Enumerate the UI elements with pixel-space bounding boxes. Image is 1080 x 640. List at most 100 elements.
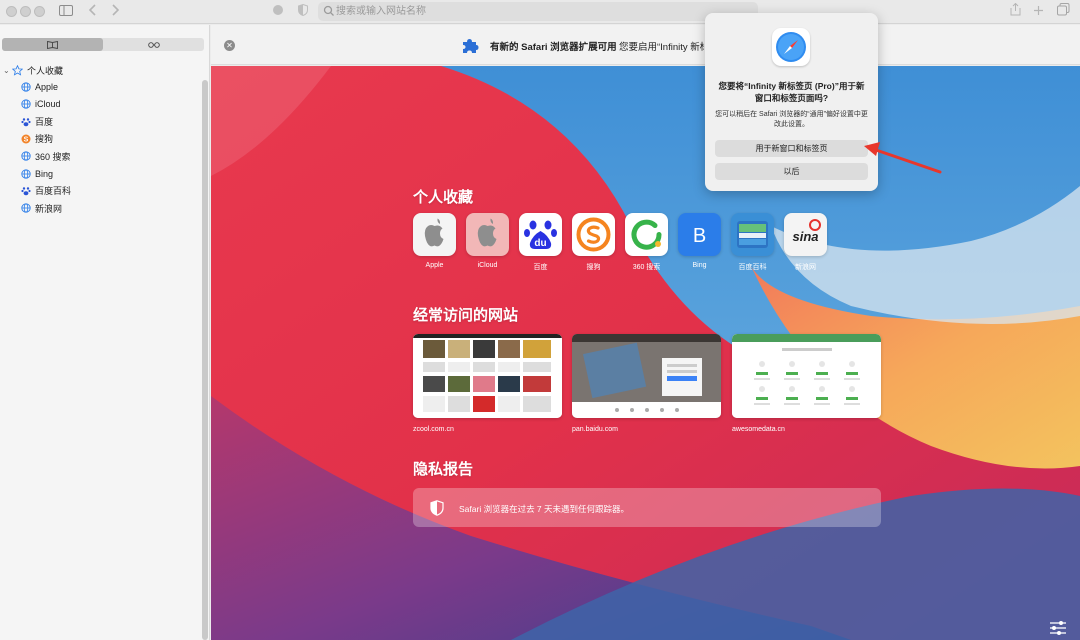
- bookmarks-tab[interactable]: [2, 38, 103, 51]
- sogou-icon: S: [21, 134, 31, 144]
- globe-icon: [21, 151, 31, 161]
- sidebar-bookmark-label: 百度百科: [35, 186, 72, 197]
- favorite-site-label: 360 搜索: [632, 264, 661, 271]
- sidebar-bookmark-item[interactable]: 新浪网: [21, 201, 62, 215]
- frequent-section-title: 经常访问的网站: [413, 307, 519, 324]
- puzzle-icon: [463, 39, 479, 53]
- use-for-new-tabs-button[interactable]: 用于新窗口和标签页: [715, 140, 868, 157]
- sidebar-bookmark-item[interactable]: S 搜狗: [21, 132, 53, 146]
- favorite-site-label: Apple: [425, 262, 444, 269]
- site-logo-icon: sina: [792, 219, 821, 244]
- frequent-site-thumbnail[interactable]: [413, 334, 562, 418]
- site-logo-icon: [576, 217, 611, 252]
- extension-icon: [273, 5, 283, 15]
- site-logo-icon: [737, 221, 768, 248]
- chevron-down-icon[interactable]: ⌄: [3, 66, 12, 75]
- close-window-button[interactable]: [6, 6, 17, 17]
- banner-close-button[interactable]: ✕: [224, 40, 235, 51]
- star-icon: [12, 64, 23, 76]
- site-logo-icon: du: [524, 220, 557, 249]
- sidebar-bookmark-label: 搜狗: [35, 134, 54, 145]
- address-bar[interactable]: [318, 2, 758, 21]
- site-logo-icon: [631, 219, 662, 250]
- share-button[interactable]: [1008, 2, 1022, 21]
- favorite-site-tile[interactable]: du: [519, 213, 562, 256]
- favorite-site-label: Bing: [692, 262, 707, 269]
- customize-settings-icon[interactable]: [1049, 620, 1067, 636]
- share-icon: [1010, 2, 1020, 16]
- chevron-left-icon: [88, 4, 96, 16]
- svg-text:B: B: [693, 225, 706, 247]
- frequent-site-label: awesomedata.cn: [732, 426, 785, 433]
- favorite-site-label: 新浪网: [795, 264, 816, 271]
- safari-window: ⌄ 个人收藏 Apple iCloud 百度 S 搜狗 360 搜索 Bing 百度百科新浪网…: [0, 0, 1080, 640]
- favorite-site-tile[interactable]: [572, 213, 615, 256]
- sidebar-icon: [59, 5, 73, 16]
- tab-overview-button[interactable]: [1056, 3, 1070, 21]
- glasses-icon: [147, 41, 160, 48]
- favorite-site-tile[interactable]: [731, 213, 774, 256]
- zoom-window-button[interactable]: [34, 6, 45, 17]
- red-arrow-icon: [864, 142, 942, 174]
- sidebar-toggle-button[interactable]: [58, 3, 74, 21]
- sidebar-bookmark-label: 360 搜索: [35, 151, 71, 162]
- favorite-site-label: iCloud: [477, 262, 498, 269]
- privacy-report-text: Safari 浏览器在过去 7 天未遇到任何跟踪器。: [459, 504, 630, 514]
- back-button[interactable]: [88, 3, 98, 21]
- favorite-site-tile[interactable]: sina: [784, 213, 827, 256]
- sidebar: ⌄ 个人收藏 Apple iCloud 百度 S 搜狗 360 搜索 Bing 百度百科新浪网: [0, 25, 210, 640]
- book-icon: [47, 40, 58, 49]
- reading-list-tab[interactable]: [103, 38, 204, 51]
- awesomedata-preview: [732, 334, 881, 418]
- favorite-site-label: 搜狗: [586, 264, 601, 271]
- favorites-folder[interactable]: ⌄ 个人收藏: [3, 63, 63, 77]
- chevron-right-icon: [112, 4, 120, 16]
- forward-button[interactable]: [110, 3, 120, 21]
- favorite-site-tile[interactable]: [413, 213, 456, 256]
- search-icon: [323, 5, 334, 16]
- sidebar-bookmark-item[interactable]: 360 搜索: [21, 149, 71, 163]
- globe-icon: [21, 82, 31, 92]
- sidebar-bookmark-item[interactable]: Apple: [21, 80, 58, 94]
- shield-icon: [430, 500, 444, 516]
- frequent-site-label: pan.baidu.com: [572, 426, 618, 433]
- sidebar-bookmark-item[interactable]: Bing: [21, 167, 53, 181]
- extension-button[interactable]: [271, 3, 285, 21]
- sidebar-bookmark-item[interactable]: iCloud: [21, 97, 61, 111]
- sidebar-bookmark-item[interactable]: 百度: [21, 115, 53, 129]
- new-tab-button[interactable]: [1032, 3, 1044, 21]
- favorite-site-tile[interactable]: [466, 213, 509, 256]
- sidebar-bookmark-item[interactable]: 百度百科: [21, 184, 71, 198]
- sidebar-bookmark-label: Bing: [35, 168, 54, 179]
- sidebar-bookmark-label: Apple: [35, 82, 59, 92]
- frequent-site-label: zcool.com.cn: [413, 426, 454, 433]
- later-button[interactable]: 以后: [715, 163, 868, 180]
- frequent-site-thumbnail[interactable]: [732, 334, 881, 418]
- site-logo-icon: [424, 218, 444, 247]
- toolbar: [0, 0, 1080, 24]
- privacy-button[interactable]: [297, 3, 309, 21]
- privacy-section-title: 隐私报告: [413, 461, 474, 478]
- extension-popover: 您要将“Infinity 新标签页 (Pro)”用于新窗口和标签页面吗? 您可以…: [705, 13, 878, 191]
- sidebar-bookmark-label: 新浪网: [35, 203, 63, 214]
- frequent-site-thumbnail[interactable]: [572, 334, 721, 418]
- safari-app-icon: [772, 28, 810, 66]
- sidebar-bookmark-label: 百度: [35, 117, 54, 128]
- svg-text:du: du: [534, 238, 546, 249]
- globe-icon: [21, 99, 31, 109]
- favorite-site-label: 百度: [533, 264, 548, 271]
- site-logo-icon: [477, 218, 497, 247]
- compass-icon: [776, 32, 806, 62]
- svg-text:sina: sina: [792, 229, 818, 244]
- minimize-window-button[interactable]: [20, 6, 31, 17]
- banner-message-title: 有新的 Safari 浏览器扩展可用: [490, 42, 617, 53]
- favorite-site-tile[interactable]: B: [678, 213, 721, 256]
- sidebar-segmented-control: [2, 38, 204, 51]
- address-input[interactable]: [336, 2, 736, 21]
- privacy-report-card[interactable]: Safari 浏览器在过去 7 天未遇到任何跟踪器。: [413, 488, 881, 527]
- sidebar-scrollbar[interactable]: [202, 80, 208, 640]
- globe-icon: [21, 203, 31, 213]
- favorite-site-tile[interactable]: [625, 213, 668, 256]
- start-page: 个人收藏 Apple iCloud du 百度 搜狗 360 搜索 B Bing 百度百科 sin…: [211, 66, 1080, 640]
- extension-banner: ✕ 有新的 Safari 浏览器扩展可用 您要启用“Infinity 新标签页”…: [211, 25, 1080, 65]
